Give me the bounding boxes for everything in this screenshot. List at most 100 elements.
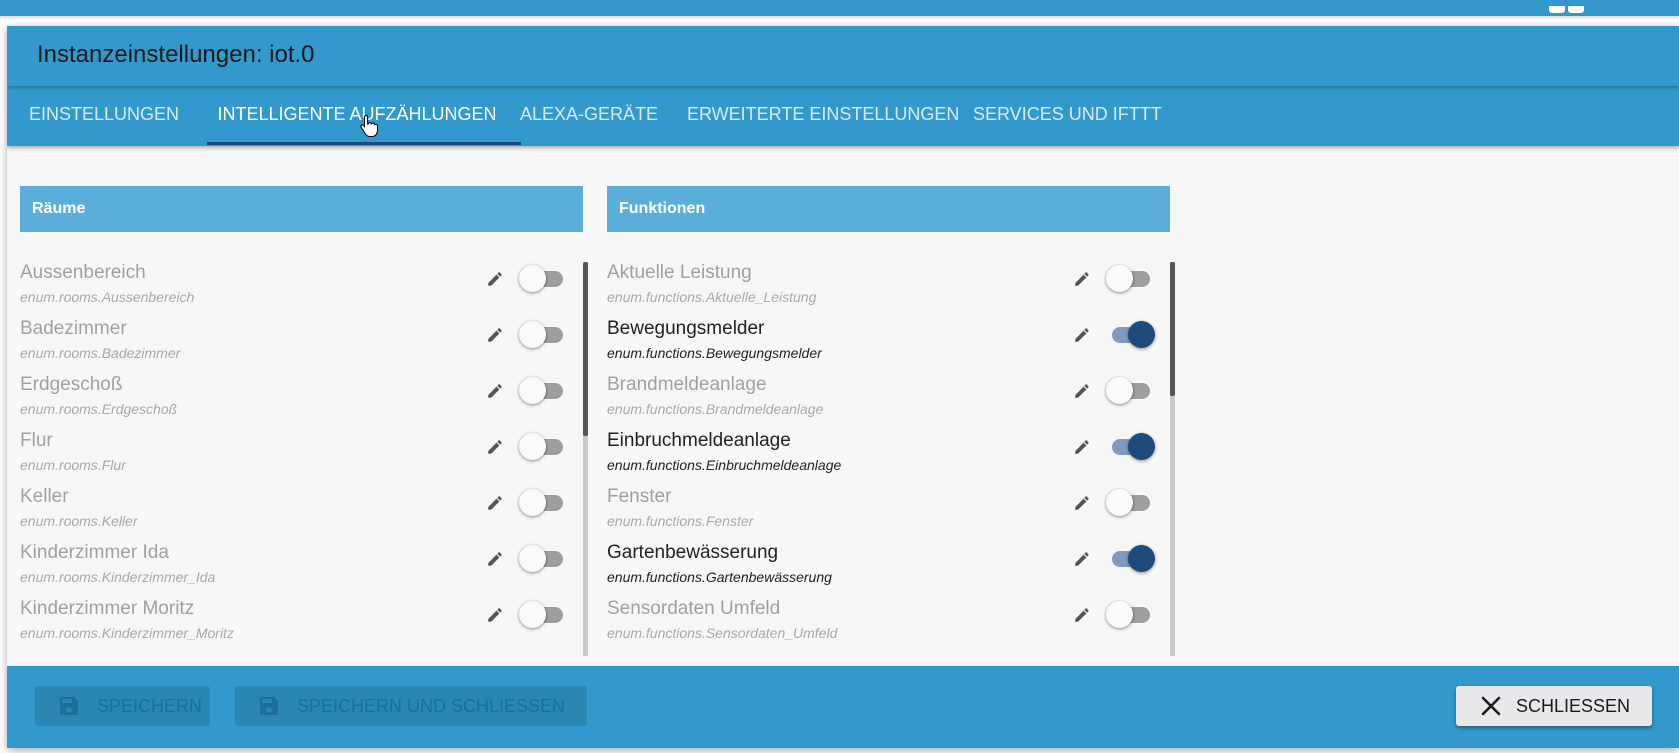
dialog-header: Instanzeinstellungen: iot.0 xyxy=(7,26,1679,86)
function-row: Gartenbewässerung enum.functions.Gartenbe… xyxy=(607,542,1162,602)
dialog-footer: SPEICHERN SPEICHERN UND SCHLIESSEN SCHLI… xyxy=(7,666,1679,748)
tab-erweiterte-einstellungen[interactable]: ERWEITERTE EINSTELLUNGEN xyxy=(687,86,959,146)
toggle-knob xyxy=(519,601,546,628)
room-row: Flur enum.rooms.Flur xyxy=(20,430,575,490)
pencil-icon[interactable] xyxy=(486,326,504,344)
top-bar-shadow xyxy=(0,16,1679,20)
room-toggle[interactable] xyxy=(519,263,567,293)
function-toggle[interactable] xyxy=(1106,263,1154,293)
function-enum-id: enum.functions.Aktuelle_Leistung xyxy=(607,289,817,305)
function-enum-id: enum.functions.Brandmeldeanlage xyxy=(607,401,824,417)
pencil-icon[interactable] xyxy=(486,606,504,624)
instance-settings-dialog: Instanzeinstellungen: iot.0 EINSTELLUNGE… xyxy=(7,26,1679,748)
function-name: Sensordaten Umfeld xyxy=(607,598,781,619)
save-and-close-button[interactable]: SPEICHERN UND SCHLIESSEN xyxy=(235,686,587,726)
function-toggle[interactable] xyxy=(1106,375,1154,405)
pencil-icon[interactable] xyxy=(1073,270,1091,288)
toggle-knob xyxy=(519,489,546,516)
room-enum-id: enum.rooms.Kinderzimmer_Ida xyxy=(20,569,216,585)
hand-cursor-icon xyxy=(360,114,378,137)
room-enum-id: enum.rooms.Keller xyxy=(20,513,138,529)
room-row: Keller enum.rooms.Keller xyxy=(20,486,575,546)
function-toggle[interactable] xyxy=(1106,487,1154,517)
function-enum-id: enum.functions.Fenster xyxy=(607,513,754,529)
pencil-icon[interactable] xyxy=(1073,326,1091,344)
function-name: Fenster xyxy=(607,486,672,507)
toggle-knob xyxy=(1128,545,1155,572)
room-enum-id: enum.rooms.Flur xyxy=(20,457,126,473)
toggle-knob xyxy=(519,321,546,348)
function-name: Brandmeldeanlage xyxy=(607,374,767,395)
app-logo-fragment xyxy=(1549,0,1609,13)
close-button[interactable]: SCHLIESSEN xyxy=(1456,686,1652,726)
pencil-icon[interactable] xyxy=(1073,382,1091,400)
pencil-icon[interactable] xyxy=(486,270,504,288)
rooms-scrollbar-thumb[interactable] xyxy=(583,262,588,436)
tab-alexa-geraete[interactable]: ALEXA-GERÄTE xyxy=(514,86,664,146)
app-top-bar xyxy=(0,0,1679,16)
rooms-panel: Räume Aussenbereich enum.rooms.Aussenbere… xyxy=(20,186,588,682)
save-and-close-button-label: SPEICHERN UND SCHLIESSEN xyxy=(297,696,566,716)
tab-bar: EINSTELLUNGEN INTELLIGENTE AUFZÄHLUNGEN … xyxy=(7,86,1679,146)
rooms-scrollbar[interactable] xyxy=(583,262,588,656)
room-toggle[interactable] xyxy=(519,543,567,573)
room-row: Badezimmer enum.rooms.Badezimmer xyxy=(20,318,575,378)
room-name: Badezimmer xyxy=(20,318,127,339)
save-button[interactable]: SPEICHERN xyxy=(35,686,210,726)
room-enum-id: enum.rooms.Kinderzimmer_Moritz xyxy=(20,625,234,641)
pencil-icon[interactable] xyxy=(486,382,504,400)
room-toggle[interactable] xyxy=(519,431,567,461)
toggle-knob xyxy=(519,377,546,404)
room-enum-id: enum.rooms.Erdgeschoß xyxy=(20,401,178,417)
pencil-icon[interactable] xyxy=(486,550,504,568)
toggle-knob xyxy=(1128,433,1155,460)
tab-intelligente-aufzaehlungen[interactable]: INTELLIGENTE AUFZÄHLUNGEN xyxy=(200,86,514,146)
functions-panel-header: Funktionen xyxy=(607,186,1170,232)
room-toggle[interactable] xyxy=(519,487,567,517)
pencil-icon[interactable] xyxy=(1073,550,1091,568)
room-name: Kinderzimmer Moritz xyxy=(20,598,195,619)
room-toggle[interactable] xyxy=(519,599,567,629)
toggle-knob xyxy=(1106,489,1133,516)
function-toggle[interactable] xyxy=(1106,431,1155,461)
functions-panel-title: Funktionen xyxy=(619,200,706,217)
function-toggle[interactable] xyxy=(1106,543,1155,573)
functions-scrollbar-thumb[interactable] xyxy=(1170,262,1175,396)
toggle-knob xyxy=(519,545,546,572)
function-row: Fenster enum.functions.Fenster xyxy=(607,486,1162,546)
floppy-disk-icon xyxy=(260,697,278,715)
toggle-knob xyxy=(1128,321,1155,348)
active-tab-indicator xyxy=(207,142,521,145)
room-name: Erdgeschoß xyxy=(20,374,123,395)
function-name: Einbruchmeldeanlage xyxy=(607,430,791,451)
function-toggle[interactable] xyxy=(1106,599,1154,629)
function-name: Bewegungsmelder xyxy=(607,318,765,339)
tab-services-und-ifttt[interactable]: SERVICES UND IFTTT xyxy=(973,86,1162,146)
floppy-disk-icon xyxy=(60,697,78,715)
close-x-icon xyxy=(1481,696,1501,716)
room-toggle[interactable] xyxy=(519,319,567,349)
rooms-list[interactable]: Aussenbereich enum.rooms.Aussenbereich Bad… xyxy=(20,262,583,656)
toggle-knob xyxy=(1106,377,1133,404)
functions-scrollbar[interactable] xyxy=(1170,262,1175,656)
function-enum-id: enum.functions.Einbruchmeldeanlage xyxy=(607,457,842,473)
room-name: Aussenbereich xyxy=(20,262,146,283)
pencil-icon[interactable] xyxy=(486,438,504,456)
pencil-icon[interactable] xyxy=(1073,494,1091,512)
tab-einstellungen[interactable]: EINSTELLUNGEN xyxy=(29,86,179,146)
function-enum-id: enum.functions.Sensordaten_Umfeld xyxy=(607,625,838,641)
room-name: Keller xyxy=(20,486,69,507)
toggle-knob xyxy=(519,265,546,292)
close-button-label: SCHLIESSEN xyxy=(1516,696,1631,716)
room-toggle[interactable] xyxy=(519,375,567,405)
function-row: Brandmeldeanlage enum.functions.Brandmeld… xyxy=(607,374,1162,434)
functions-list[interactable]: Aktuelle Leistung enum.functions.Aktuelle… xyxy=(607,262,1170,656)
function-toggle[interactable] xyxy=(1106,319,1155,349)
room-row: Kinderzimmer Moritz enum.rooms.Kinderzimm… xyxy=(20,598,575,656)
room-enum-id: enum.rooms.Badezimmer xyxy=(20,345,181,361)
toggle-knob xyxy=(1106,265,1133,292)
dialog-title: Instanzeinstellungen: iot.0 xyxy=(37,41,315,68)
pencil-icon[interactable] xyxy=(486,494,504,512)
pencil-icon[interactable] xyxy=(1073,438,1091,456)
pencil-icon[interactable] xyxy=(1073,606,1091,624)
